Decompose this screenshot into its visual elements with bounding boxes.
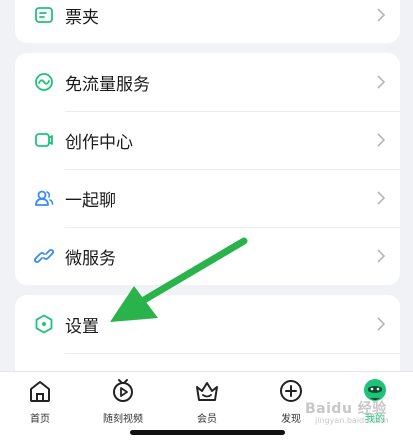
menu-item-label: 创作中心 xyxy=(65,132,133,153)
menu-item-data-free[interactable]: 免流量服务 xyxy=(15,53,400,111)
crown-icon xyxy=(196,382,218,401)
nav-vip[interactable]: 会员 xyxy=(172,378,242,425)
chevron-right-icon xyxy=(377,317,386,331)
nav-label: 首页 xyxy=(30,414,50,425)
nav-label: 随刻视频 xyxy=(103,414,143,425)
nav-video[interactable]: 随刻视频 xyxy=(88,378,158,425)
nav-home[interactable]: 首页 xyxy=(5,378,75,425)
video-play-icon xyxy=(113,379,133,402)
menu-item-label: 票夹 xyxy=(65,7,99,28)
nav-label: 会员 xyxy=(197,414,217,425)
menu-item-settings[interactable]: 设置 xyxy=(15,295,400,353)
home-icon xyxy=(30,381,50,402)
link-icon xyxy=(33,245,55,267)
chevron-right-icon xyxy=(377,133,386,147)
watermark-text: Baidu 经验 xyxy=(305,401,387,417)
chevron-right-icon xyxy=(377,75,386,89)
menu-item-micro-services[interactable]: 微服务 xyxy=(15,227,400,285)
menu-item-label: 微服务 xyxy=(65,248,116,269)
wave-circle-icon xyxy=(33,71,55,93)
menu-item-label: 免流量服务 xyxy=(65,74,150,95)
menu-item-chat-together[interactable]: 一起聊 xyxy=(15,169,400,227)
menu-item-label: 一起聊 xyxy=(65,190,116,211)
menu-card-top: 票夹 xyxy=(15,0,400,43)
ticket-folder-icon xyxy=(33,4,55,26)
menu-item-ticket-folder[interactable]: 票夹 xyxy=(15,0,400,43)
menu-item-creator-center[interactable]: 创作中心 xyxy=(15,111,400,169)
chevron-right-icon xyxy=(377,249,386,263)
plus-circle-icon xyxy=(280,380,302,402)
chevron-right-icon xyxy=(377,8,386,22)
hexagon-gear-icon xyxy=(33,313,55,335)
people-icon xyxy=(33,187,55,209)
menu-item-label: 设置 xyxy=(65,316,99,337)
nav-label: 发现 xyxy=(281,414,301,425)
home-indicator[interactable] xyxy=(130,430,285,435)
camera-icon xyxy=(33,129,55,151)
menu-card-services: 免流量服务 创作中心 一起聊 微服务 xyxy=(15,53,400,285)
chevron-right-icon xyxy=(377,191,386,205)
watermark-subtext: jingyan.baidu.com xyxy=(315,416,389,425)
